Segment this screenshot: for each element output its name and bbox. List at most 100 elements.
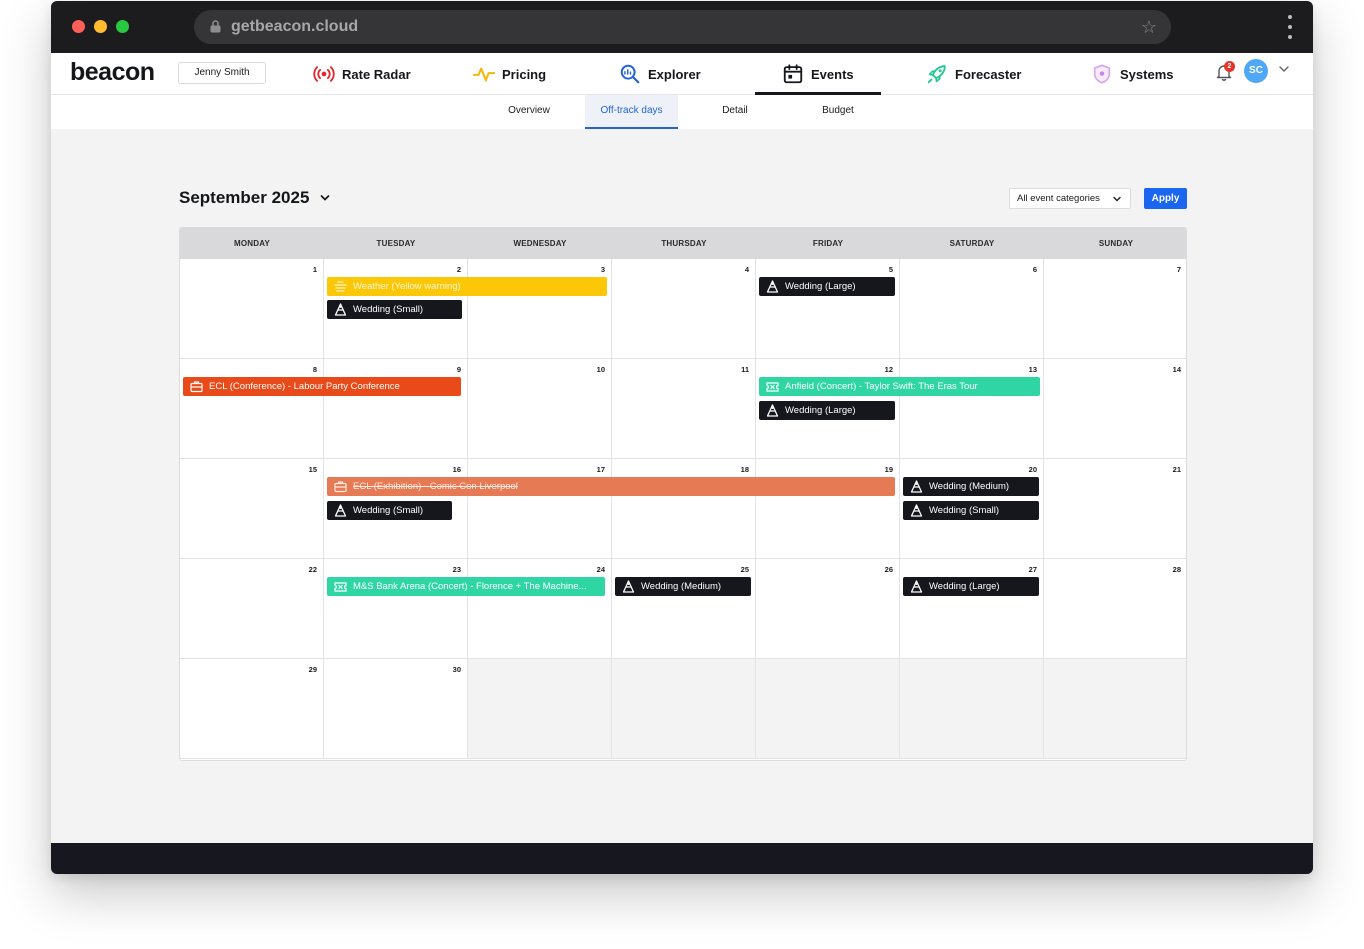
tab-overview[interactable]: Overview (490, 95, 568, 129)
event-category-value: All event categories (1017, 193, 1100, 204)
calendar-day-cell[interactable]: 29 (180, 659, 324, 759)
lock-icon (210, 20, 221, 33)
calendar-event[interactable]: Wedding (Small) (327, 501, 452, 520)
calendar-day-cell[interactable]: 3 (468, 259, 612, 359)
nav-events[interactable]: Events (755, 53, 881, 95)
calendar-event[interactable]: M&S Bank Arena (Concert) - Florence + Th… (327, 577, 605, 596)
nav-explorer[interactable]: Explorer (619, 53, 701, 95)
event-label: Wedding (Medium) (641, 581, 722, 592)
user-switcher-button[interactable]: Jenny Smith (178, 62, 266, 84)
briefcase-icon (334, 481, 347, 493)
apply-button[interactable]: Apply (1144, 188, 1187, 209)
calendar-event[interactable]: Wedding (Large) (759, 277, 895, 296)
event-label: Wedding (Large) (785, 405, 856, 416)
nav-systems[interactable]: Systems (1091, 53, 1173, 95)
wedding-icon (910, 580, 923, 593)
chevron-down-icon[interactable] (1278, 63, 1290, 75)
calendar-day-cell[interactable]: 9 (324, 359, 468, 459)
calendar-day-cell[interactable]: 26 (756, 559, 900, 659)
tab-off-track-days[interactable]: Off-track days (585, 95, 678, 129)
event-label: Wedding (Small) (353, 304, 424, 315)
address-bar[interactable]: getbeacon.cloud ☆ (194, 10, 1171, 44)
calendar-day-cell[interactable]: 4 (612, 259, 756, 359)
calendar-day-cell[interactable]: 19 (756, 459, 900, 559)
day-number: 19 (884, 465, 893, 474)
nav-pricing[interactable]: Pricing (473, 53, 546, 95)
close-window-button[interactable] (72, 20, 85, 33)
month-calendar: MONDAY TUESDAY WEDNESDAY THURSDAY FRIDAY… (179, 227, 1187, 761)
calendar-day-cell[interactable]: 14 (1044, 359, 1186, 459)
nav-rate-radar[interactable]: Rate Radar (313, 53, 411, 95)
calendar-day-cell[interactable]: 25 (612, 559, 756, 659)
beacon-logo[interactable]: beacon (70, 58, 155, 87)
calendar-day-cell[interactable]: 10 (468, 359, 612, 459)
calendar-day-cell[interactable]: 23 (324, 559, 468, 659)
calendar-day-cell[interactable]: 13 (900, 359, 1044, 459)
calendar-event[interactable]: Wedding (Medium) (903, 477, 1039, 496)
day-number: 4 (744, 265, 749, 274)
day-number: 30 (452, 665, 461, 674)
calendar-event[interactable]: Weather (Yellow warning) (327, 277, 607, 296)
day-number: 9 (456, 365, 461, 374)
calendar-event[interactable]: ECL (Conference) - Labour Party Conferen… (183, 377, 461, 396)
nav-label: Forecaster (955, 66, 1022, 82)
minimize-window-button[interactable] (94, 20, 107, 33)
event-label: Wedding (Large) (785, 281, 856, 292)
tab-detail[interactable]: Detail (701, 95, 769, 129)
calendar-event[interactable]: Wedding (Small) (903, 501, 1039, 520)
calendar-event[interactable]: Anfield (Concert) - Taylor Swift: The Er… (759, 377, 1040, 396)
weekday-header: MONDAY TUESDAY WEDNESDAY THURSDAY FRIDAY… (180, 228, 1186, 259)
calendar-day-cell[interactable]: 22 (180, 559, 324, 659)
nav-label: Events (811, 66, 854, 82)
calendar-day-cell[interactable]: 24 (468, 559, 612, 659)
day-number: 6 (1032, 265, 1037, 274)
calendar-day-cell[interactable]: 17 (468, 459, 612, 559)
bookmark-star-icon[interactable]: ☆ (1141, 17, 1157, 38)
ticket-icon (334, 582, 347, 592)
calendar-day-cell[interactable]: 15 (180, 459, 324, 559)
day-number: 3 (600, 265, 605, 274)
weekday-label: THURSDAY (661, 239, 707, 248)
events-subnav: Overview Off-track days Detail Budget (51, 95, 1313, 129)
calendar-event[interactable]: Wedding (Medium) (615, 577, 751, 596)
user-avatar[interactable]: SC (1244, 59, 1268, 83)
calendar-day-cell[interactable]: 5 (756, 259, 900, 359)
calendar-day-cell[interactable]: 7 (1044, 259, 1186, 359)
calendar-day-cell[interactable]: 8 (180, 359, 324, 459)
calendar-empty-cell (900, 659, 1044, 759)
event-category-select[interactable]: All event categories (1009, 188, 1131, 209)
month-picker[interactable]: September 2025 (179, 188, 331, 208)
calendar-day-cell[interactable]: 21 (1044, 459, 1186, 559)
calendar-empty-cell (756, 659, 900, 759)
calendar-event[interactable]: Wedding (Large) (759, 401, 895, 420)
event-label: Wedding (Large) (929, 581, 1000, 592)
radar-icon (313, 66, 335, 82)
nav-forecaster[interactable]: Forecaster (926, 53, 1021, 95)
weekday-label: WEDNESDAY (513, 239, 567, 248)
calendar-day-cell[interactable]: 6 (900, 259, 1044, 359)
maximize-window-button[interactable] (116, 20, 129, 33)
calendar-day-cell[interactable]: 11 (612, 359, 756, 459)
browser-menu-icon[interactable] (1288, 15, 1292, 39)
wedding-icon (766, 280, 779, 293)
calendar-day-cell[interactable]: 28 (1044, 559, 1186, 659)
weekday-label: TUESDAY (376, 239, 416, 248)
calendar-empty-cell (1044, 659, 1186, 759)
weekday-label: SATURDAY (949, 239, 995, 248)
calendar-day-cell[interactable]: 18 (612, 459, 756, 559)
day-number: 17 (596, 465, 605, 474)
calendar-day-cell[interactable]: 1 (180, 259, 324, 359)
nav-label: Systems (1120, 66, 1174, 82)
day-number: 7 (1176, 265, 1181, 274)
calendar-event[interactable]: Wedding (Large) (903, 577, 1039, 596)
day-number: 20 (1028, 465, 1037, 474)
day-number: 13 (1028, 365, 1037, 374)
calendar-event[interactable]: ECL (Exhibition) - Comic Con Liverpool (327, 477, 895, 496)
calendar-event[interactable]: Wedding (Small) (327, 300, 462, 319)
tab-budget[interactable]: Budget (801, 95, 875, 129)
calendar-day-cell[interactable]: 30 (324, 659, 468, 759)
calendar-day-cell[interactable]: 27 (900, 559, 1044, 659)
pricing-pulse-icon (473, 67, 495, 82)
calendar-icon (783, 64, 803, 84)
day-number: 16 (452, 465, 461, 474)
